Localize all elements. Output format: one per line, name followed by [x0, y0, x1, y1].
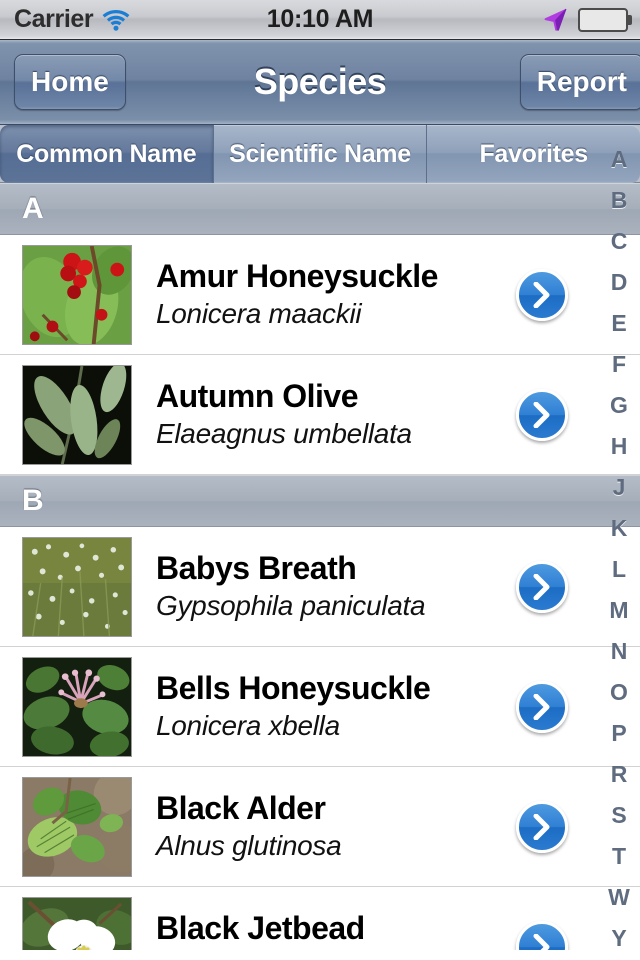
battery-full-icon: [578, 7, 632, 32]
species-thumbnail: [22, 776, 132, 877]
species-thumbnail: [22, 244, 132, 345]
index-letter-j[interactable]: J: [598, 467, 640, 508]
alphabet-index-strip[interactable]: ABCDEFGHJKLMNOPRSTWY: [598, 125, 640, 960]
disclosure-chevron-icon[interactable]: [516, 560, 568, 613]
row-text: Babys Breath Gypsophila paniculata: [156, 549, 516, 624]
scientific-name-label: Alnus glutinosa: [156, 829, 342, 861]
index-letter-h[interactable]: H: [598, 426, 640, 467]
index-letter-s[interactable]: S: [598, 795, 640, 836]
index-letter-b[interactable]: B: [598, 180, 640, 221]
index-letter-c[interactable]: C: [598, 221, 640, 262]
index-letter-g[interactable]: G: [598, 385, 640, 426]
common-name-label: Black Alder: [156, 789, 326, 826]
tab-common-name[interactable]: Common Name: [0, 125, 214, 183]
table-row[interactable]: Autumn Olive Elaeagnus umbellata: [0, 355, 640, 475]
common-name-label: Babys Breath: [156, 549, 357, 586]
species-thumbnail: [22, 536, 132, 637]
row-text: Amur Honeysuckle Lonicera maackii: [156, 257, 516, 332]
index-letter-m[interactable]: M: [598, 590, 640, 631]
disclosure-chevron-icon[interactable]: [516, 800, 568, 853]
index-letter-o[interactable]: O: [598, 672, 640, 713]
common-name-label: Amur Honeysuckle: [156, 257, 438, 294]
scientific-name-label: Rhodotypos scandens: [156, 948, 506, 951]
species-list[interactable]: A Amur Honeysuckle Lonicera maackii Autu…: [0, 183, 640, 950]
index-letter-t[interactable]: T: [598, 836, 640, 877]
species-thumbnail: [22, 896, 132, 950]
row-text: Autumn Olive Elaeagnus umbellata: [156, 377, 516, 452]
species-thumbnail: [22, 364, 132, 465]
table-row[interactable]: Black Alder Alnus glutinosa: [0, 767, 640, 887]
index-letter-n[interactable]: N: [598, 631, 640, 672]
index-letter-r[interactable]: R: [598, 754, 640, 795]
disclosure-chevron-icon[interactable]: [516, 680, 568, 733]
index-letter-f[interactable]: F: [598, 344, 640, 385]
index-letter-p[interactable]: P: [598, 713, 640, 754]
status-bar: Carrier 10:10 AM: [0, 0, 640, 40]
index-letter-w[interactable]: W: [598, 877, 640, 918]
scientific-name-label: Elaeagnus umbellata: [156, 417, 412, 449]
disclosure-chevron-icon[interactable]: [516, 268, 568, 321]
row-text: Bells Honeysuckle Lonicera xbella: [156, 669, 516, 744]
navigation-bar: Home Species Report: [0, 40, 640, 125]
index-letter-y[interactable]: Y: [598, 918, 640, 959]
segmented-control[interactable]: Common Name Scientific Name Favorites: [0, 125, 640, 183]
scientific-name-label: Lonicera xbella: [156, 709, 340, 741]
table-row[interactable]: Bells Honeysuckle Lonicera xbella: [0, 647, 640, 767]
section-header-a: A: [0, 183, 640, 235]
common-name-label: Black Jetbead: [156, 909, 365, 946]
index-letter-d[interactable]: D: [598, 262, 640, 303]
scientific-name-label: Lonicera maackii: [156, 297, 362, 329]
row-text: Black Jetbead Rhodotypos scandens: [156, 909, 516, 950]
index-letter-e[interactable]: E: [598, 303, 640, 344]
index-letter-l[interactable]: L: [598, 549, 640, 590]
table-row[interactable]: Black Jetbead Rhodotypos scandens: [0, 887, 640, 950]
disclosure-chevron-icon[interactable]: [516, 920, 568, 950]
table-row[interactable]: Amur Honeysuckle Lonicera maackii: [0, 235, 640, 355]
row-text: Black Alder Alnus glutinosa: [156, 789, 516, 864]
report-button[interactable]: Report: [519, 54, 640, 110]
home-back-button[interactable]: Home: [14, 54, 126, 110]
section-header-b: B: [0, 475, 640, 527]
tab-scientific-name[interactable]: Scientific Name: [213, 125, 428, 183]
common-name-label: Autumn Olive: [156, 377, 359, 414]
index-letter-a[interactable]: A: [598, 139, 640, 180]
table-row[interactable]: Babys Breath Gypsophila paniculata: [0, 527, 640, 647]
disclosure-chevron-icon[interactable]: [516, 388, 568, 441]
common-name-label: Bells Honeysuckle: [156, 669, 431, 706]
status-bar-time: 10:10 AM: [266, 5, 374, 33]
index-letter-k[interactable]: K: [598, 508, 640, 549]
scientific-name-label: Gypsophila paniculata: [156, 589, 426, 621]
species-thumbnail: [22, 656, 132, 757]
